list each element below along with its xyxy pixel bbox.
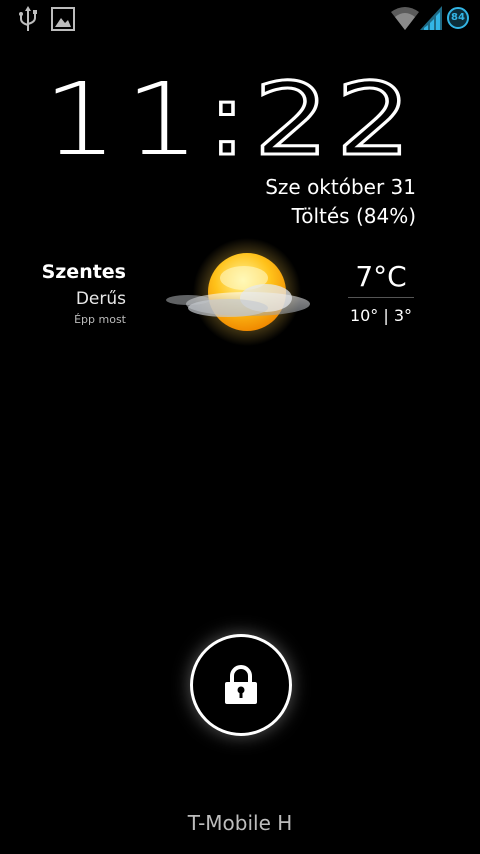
cell-signal-icon bbox=[420, 6, 442, 30]
battery-icon: 84 bbox=[447, 7, 469, 29]
clock-hours: 11 bbox=[42, 61, 207, 178]
usb-icon bbox=[19, 6, 37, 31]
battery-level-label: 84 bbox=[451, 12, 465, 23]
date-text: Sze október 31 bbox=[265, 175, 416, 199]
wifi-icon bbox=[391, 7, 419, 30]
weather-temperature: 7°C bbox=[355, 260, 407, 293]
weather-city: Szentes bbox=[41, 261, 126, 283]
status-bar: 84 bbox=[0, 0, 480, 38]
clock-minutes: 22 bbox=[252, 61, 418, 178]
lockscreen-clock: 11:22 bbox=[43, 68, 418, 171]
carrier-label: T-Mobile H bbox=[187, 811, 293, 835]
image-notification-icon bbox=[51, 7, 75, 31]
charging-status: Töltés (84%) bbox=[291, 204, 416, 228]
temperature-divider bbox=[348, 297, 414, 298]
weather-high-low: 10° | 3° bbox=[349, 306, 413, 325]
unlock-handle[interactable] bbox=[190, 634, 292, 736]
weather-updated: Épp most bbox=[74, 313, 126, 326]
padlock-icon bbox=[225, 665, 257, 704]
sun-with-clouds-icon bbox=[166, 238, 310, 346]
weather-condition: Derűs bbox=[75, 289, 126, 309]
clock-separator: : bbox=[205, 61, 254, 178]
